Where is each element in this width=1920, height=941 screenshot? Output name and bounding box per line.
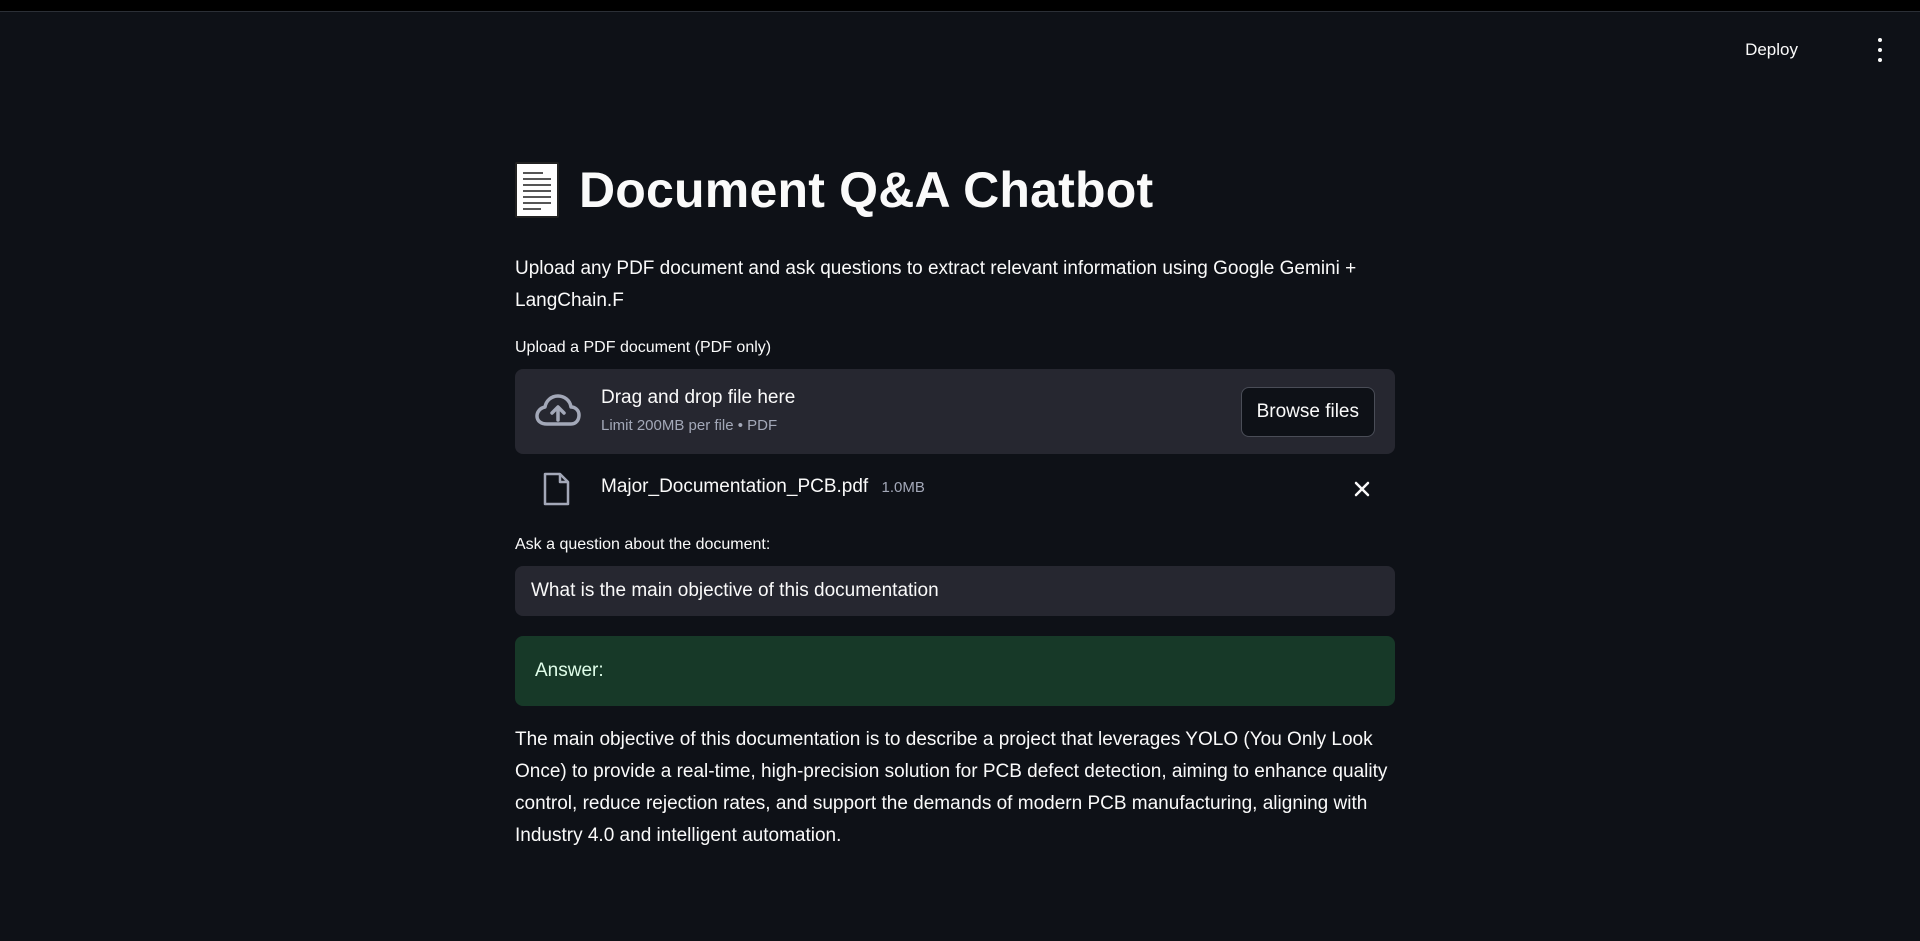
uploaded-file-row: Major_Documentation_PCB.pdf 1.0MB — [515, 454, 1395, 534]
file-icon — [543, 472, 570, 506]
menu-dot — [1878, 38, 1882, 42]
answer-text: The main objective of this documentation… — [515, 729, 1388, 846]
menu-dot — [1878, 48, 1882, 52]
main-content: Document Q&A Chatbot Upload any PDF docu… — [515, 150, 1395, 852]
page-facing-up-icon — [515, 162, 559, 218]
browse-files-button[interactable]: Browse files — [1240, 387, 1375, 437]
uploader-label: Upload a PDF document (PDF only) — [515, 339, 772, 356]
dropzone-instructions: Drag and drop file here — [601, 387, 796, 408]
dropzone-limit: Limit 200MB per file • PDF — [601, 417, 778, 434]
app-header: Deploy — [0, 12, 1920, 88]
browser-top-strip — [0, 0, 1920, 12]
answer-success-box: Answer: — [515, 636, 1395, 706]
answer-label: Answer: — [535, 660, 604, 681]
menu-dot — [1878, 58, 1882, 62]
close-icon[interactable] — [1351, 478, 1373, 500]
uploaded-file-info: Major_Documentation_PCB.pdf 1.0MB — [601, 476, 925, 498]
page-description: Upload any PDF document and ask question… — [515, 258, 1357, 311]
question-input[interactable] — [515, 566, 1395, 616]
dropzone-text: Drag and drop file here Limit 200MB per … — [601, 385, 795, 437]
page-title: Document Q&A Chatbot — [515, 150, 1395, 230]
deploy-button[interactable]: Deploy — [1733, 35, 1810, 65]
cloud-upload-icon — [535, 394, 581, 426]
page-title-text: Document Q&A Chatbot — [579, 162, 1154, 218]
uploaded-file-name: Major_Documentation_PCB.pdf — [601, 476, 869, 497]
more-vertical-icon[interactable] — [1870, 38, 1890, 62]
uploaded-file-size: 1.0MB — [881, 479, 925, 496]
file-dropzone[interactable]: Drag and drop file here Limit 200MB per … — [515, 369, 1395, 454]
question-label: Ask a question about the document: — [515, 536, 771, 553]
